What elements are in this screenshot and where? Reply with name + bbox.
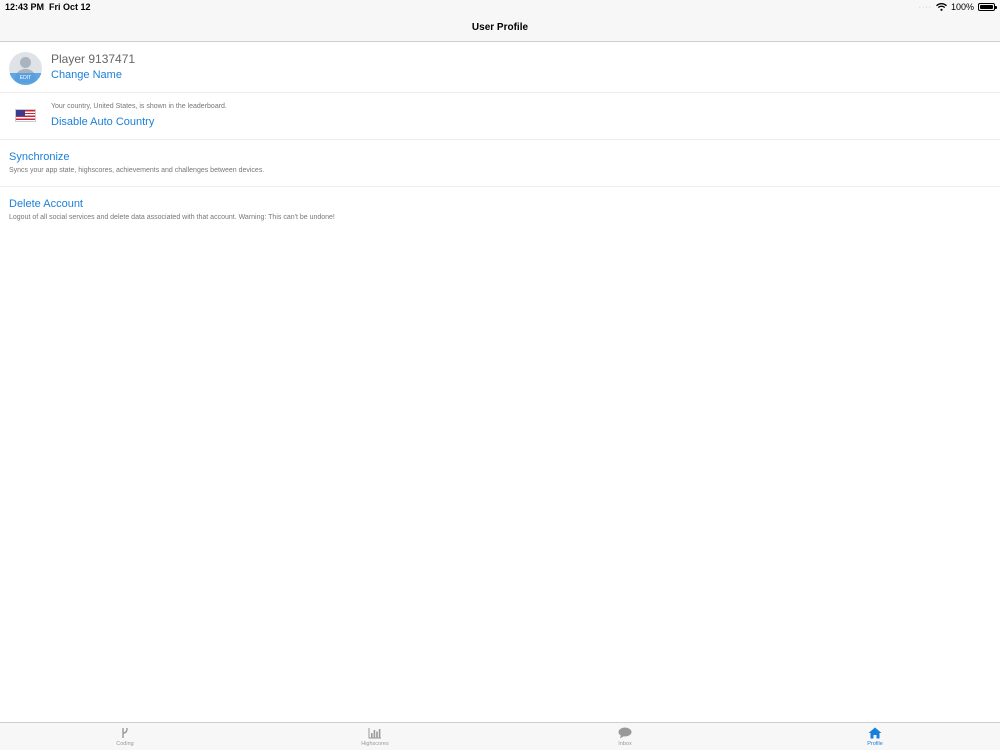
tab-coding[interactable]: Coding <box>0 723 250 751</box>
home-icon <box>868 727 882 739</box>
chat-bubble-icon <box>618 727 632 739</box>
tab-label-coding: Coding <box>116 741 134 747</box>
tab-label-profile: Profile <box>867 741 883 747</box>
battery-percent: 100% <box>950 2 974 12</box>
flag-canton <box>16 110 25 116</box>
navigation-bar: User Profile <box>0 14 1000 42</box>
change-name-button[interactable]: Change Name <box>51 69 122 81</box>
tab-label-highscores: Highscores <box>361 741 389 747</box>
delete-account-button[interactable]: Delete Account <box>9 198 83 210</box>
delete-account-description: Logout of all social services and delete… <box>9 214 335 221</box>
player-name: Player 9137471 <box>51 52 136 66</box>
disable-auto-country-button[interactable]: Disable Auto Country <box>51 116 154 128</box>
synchronize-description: Syncs your app state, highscores, achiev… <box>9 167 265 174</box>
page-title: User Profile <box>471 22 529 33</box>
profile-row: EDIT <box>0 43 1000 93</box>
synchronize-row[interactable] <box>0 140 1000 187</box>
tab-bar: Coding Highscores Inbox Profile <box>0 722 1000 750</box>
avatar-head <box>20 57 31 68</box>
tab-highscores[interactable]: Highscores <box>250 723 500 751</box>
signal-dots: ···· <box>918 3 932 11</box>
delete-account-row[interactable] <box>0 187 1000 234</box>
wifi-icon <box>936 3 947 11</box>
tab-profile[interactable]: Profile <box>750 723 1000 751</box>
battery-fill <box>980 5 993 9</box>
branch-icon <box>122 727 128 738</box>
bar-chart-icon <box>368 728 381 739</box>
synchronize-button[interactable]: Synchronize <box>9 151 70 163</box>
battery-icon <box>978 3 997 11</box>
status-time: 12:43 PM <box>5 2 45 12</box>
tab-label-inbox: Inbox <box>618 741 632 747</box>
avatar[interactable]: EDIT <box>9 52 42 85</box>
status-bar: 12:43 PM Fri Oct 12 ···· 100% <box>0 0 1000 14</box>
tab-inbox[interactable]: Inbox <box>500 723 750 751</box>
avatar-edit-label[interactable]: EDIT <box>9 75 42 81</box>
status-date: Fri Oct 12 <box>49 2 91 12</box>
country-description: Your country, United States, is shown in… <box>51 103 227 110</box>
us-flag-icon <box>15 109 36 122</box>
